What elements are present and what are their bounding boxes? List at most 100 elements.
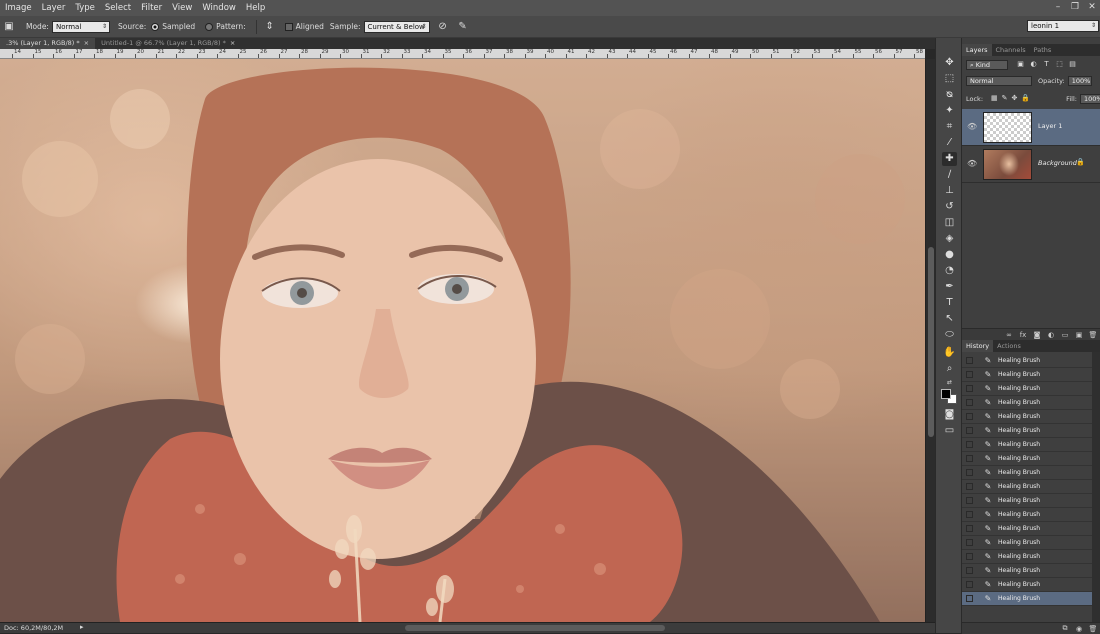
tab-history[interactable]: History (962, 340, 994, 352)
history-state-row[interactable]: ✎ Healing Brush (962, 592, 1092, 606)
history-state-row[interactable]: ✎ Healing Brush (962, 508, 1092, 522)
document-canvas[interactable] (0, 59, 925, 622)
layer-row-background[interactable]: 👁 Background 🔒 (962, 146, 1100, 183)
blend-mode-dropdown[interactable]: Normal (966, 75, 1032, 86)
lock-image-icon[interactable]: ✎ (1002, 94, 1008, 103)
aligned-checkbox[interactable] (284, 22, 293, 31)
pattern-picker-icon[interactable]: ⇕ (263, 20, 277, 34)
quick-selection-tool-icon[interactable]: ✦ (942, 104, 957, 118)
quick-mask-icon[interactable]: ◙ (942, 408, 957, 422)
sampled-radio[interactable] (151, 22, 160, 31)
menu-image[interactable]: Image (0, 0, 37, 16)
move-tool-icon[interactable]: ✥ (942, 56, 957, 70)
lock-all-icon[interactable]: 🔒 (1021, 94, 1030, 103)
history-snapshot-source-box[interactable] (966, 455, 973, 462)
pressure-size-icon[interactable]: ✎ (456, 20, 470, 34)
opacity-input[interactable]: 100% (1067, 75, 1092, 86)
horizontal-scroll-thumb[interactable] (405, 625, 665, 631)
tab-actions[interactable]: Actions (993, 340, 1025, 352)
menu-layer[interactable]: Layer (37, 0, 71, 16)
pattern-radio[interactable] (205, 22, 214, 31)
history-scrollbar[interactable] (1092, 352, 1100, 622)
ellipse-tool-icon[interactable]: ⬭ (942, 328, 957, 342)
path-selection-tool-icon[interactable]: ↖ (942, 312, 957, 326)
history-state-row[interactable]: ✎ Healing Brush (962, 354, 1092, 368)
type-filter-icon[interactable]: T (1042, 60, 1051, 69)
tool-preset-icon[interactable]: ▣ (2, 20, 16, 34)
history-brush-tool-icon[interactable]: ↺ (942, 200, 957, 214)
history-state-row[interactable]: ✎ Healing Brush (962, 466, 1092, 480)
menu-help[interactable]: Help (241, 0, 270, 16)
menu-filter[interactable]: Filter (136, 0, 167, 16)
new-group-icon[interactable]: ▭ (1058, 331, 1072, 339)
history-state-row[interactable]: ✎ Healing Brush (962, 368, 1092, 382)
history-snapshot-source-box[interactable] (966, 385, 973, 392)
menu-type[interactable]: Type (70, 0, 100, 16)
paint-bucket-tool-icon[interactable]: ◈ (942, 232, 957, 246)
lasso-tool-icon[interactable]: ᴓ (942, 88, 957, 102)
menu-select[interactable]: Select (100, 0, 136, 16)
pixel-filter-icon[interactable]: ▣ (1016, 60, 1025, 69)
history-state-row[interactable]: ✎ Healing Brush (962, 536, 1092, 550)
history-snapshot-source-box[interactable] (966, 371, 973, 378)
history-snapshot-source-box[interactable] (966, 539, 973, 546)
history-state-row[interactable]: ✎ Healing Brush (962, 564, 1092, 578)
history-state-row[interactable]: ✎ Healing Brush (962, 438, 1092, 452)
smart-filter-icon[interactable]: ▤ (1068, 60, 1077, 69)
restore-button[interactable]: ❐ (1068, 1, 1082, 13)
crop-tool-icon[interactable]: ⌗ (942, 120, 957, 134)
zoom-tool-icon[interactable]: ⌕ (942, 362, 957, 376)
brush-tool-icon[interactable]: ∕ (942, 168, 957, 182)
vertical-scrollbar[interactable] (925, 59, 935, 622)
layer-row-layer1[interactable]: 👁 Layer 1 (962, 109, 1100, 146)
swap-colors-icon[interactable]: ⇄ (942, 376, 957, 390)
history-state-row[interactable]: ✎ Healing Brush (962, 410, 1092, 424)
history-state-row[interactable]: ✎ Healing Brush (962, 494, 1092, 508)
history-snapshot-source-box[interactable] (966, 581, 973, 588)
eyedropper-tool-icon[interactable]: ⁄ (942, 136, 957, 150)
visibility-eye-icon[interactable]: 👁 (967, 159, 977, 169)
new-document-from-state-icon[interactable]: ⧉ (1058, 624, 1072, 633)
sample-dropdown[interactable]: Current & Below ⇕ (363, 20, 430, 33)
workspace-dropdown[interactable]: leonin 1 ⇕ (1027, 20, 1099, 32)
shape-filter-icon[interactable]: ⬚ (1055, 60, 1064, 69)
healing-brush-tool-icon[interactable]: ✚ (942, 152, 957, 166)
foreground-color-swatch[interactable] (941, 389, 951, 399)
clone-stamp-tool-icon[interactable]: ⊥ (942, 184, 957, 198)
history-snapshot-source-box[interactable] (966, 595, 973, 602)
marquee-tool-icon[interactable]: ⬚ (942, 72, 957, 86)
snapshot-icon[interactable]: ◉ (1072, 625, 1086, 633)
history-snapshot-source-box[interactable] (966, 441, 973, 448)
menu-view[interactable]: View (167, 0, 197, 16)
history-snapshot-source-box[interactable] (966, 525, 973, 532)
history-snapshot-source-box[interactable] (966, 511, 973, 518)
history-state-row[interactable]: ✎ Healing Brush (962, 452, 1092, 466)
tab-untitled-1[interactable]: Untitled-1 @ 66.7% (Layer 1, RGB/8) * × (95, 38, 241, 49)
tab-layer1-doc[interactable]: .3% (Layer 1, RGB/8) * × (0, 38, 96, 49)
lock-position-icon[interactable]: ✥ (1012, 94, 1018, 103)
close-window-button[interactable]: ✕ (1085, 1, 1099, 13)
history-state-row[interactable]: ✎ Healing Brush (962, 424, 1092, 438)
delete-layer-icon[interactable]: 🗑 (1086, 331, 1100, 339)
history-snapshot-source-box[interactable] (966, 553, 973, 560)
close-tab-icon[interactable]: × (84, 39, 89, 47)
history-snapshot-source-box[interactable] (966, 399, 973, 406)
hand-tool-icon[interactable]: ✋ (942, 346, 957, 360)
ignore-adjustment-icon[interactable]: ⊘ (436, 20, 450, 34)
eraser-tool-icon[interactable]: ◫ (942, 216, 957, 230)
history-state-row[interactable]: ✎ Healing Brush (962, 480, 1092, 494)
layer-style-icon[interactable]: fx (1016, 331, 1030, 339)
adjustment-layer-icon[interactable]: ◐ (1044, 331, 1058, 339)
history-snapshot-source-box[interactable] (966, 497, 973, 504)
scroll-thumb[interactable] (928, 247, 934, 437)
history-snapshot-source-box[interactable] (966, 567, 973, 574)
history-state-row[interactable]: ✎ Healing Brush (962, 382, 1092, 396)
lock-transparent-icon[interactable]: ▦ (991, 94, 998, 103)
blur-tool-icon[interactable]: ● (942, 248, 957, 262)
screen-mode-icon[interactable]: ▭ (942, 424, 957, 438)
history-state-row[interactable]: ✎ Healing Brush (962, 396, 1092, 410)
mode-dropdown[interactable]: Normal ⇕ (51, 20, 110, 33)
history-state-row[interactable]: ✎ Healing Brush (962, 578, 1092, 592)
pen-tool-icon[interactable]: ✒ (942, 280, 957, 294)
tab-channels[interactable]: Channels (992, 44, 1030, 56)
